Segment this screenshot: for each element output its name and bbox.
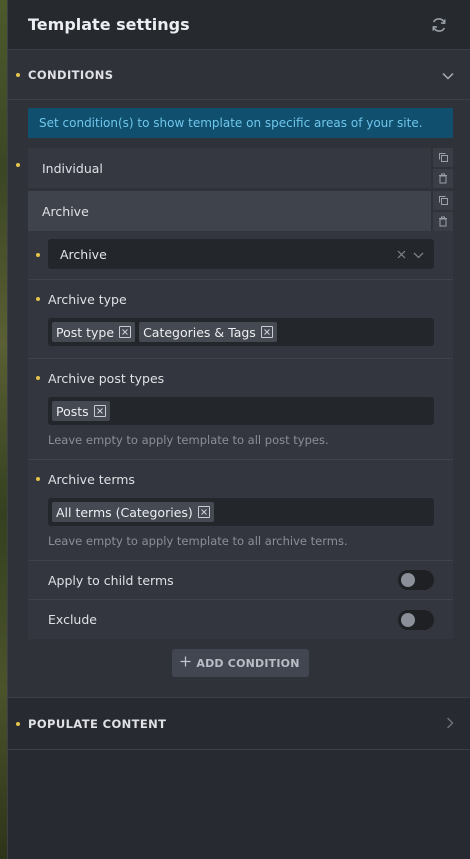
- tag-post-type: Post type: [52, 322, 136, 342]
- archive-condition-body: Archive Archive type Post type Categorie…: [28, 231, 453, 639]
- conditions-section-body: Set condition(s) to show template on spe…: [8, 100, 470, 698]
- tag-label: Posts: [56, 403, 89, 419]
- archive-type-input[interactable]: Post type Categories & Tags: [48, 318, 434, 346]
- archive-select[interactable]: Archive: [48, 239, 434, 269]
- exclude-label: Exclude: [48, 612, 97, 627]
- panel-title: Template settings: [28, 15, 190, 34]
- chevron-right-icon: [446, 714, 454, 733]
- status-dot: [36, 477, 40, 481]
- status-dot: [16, 73, 20, 77]
- status-dot: [16, 163, 20, 167]
- close-icon[interactable]: [397, 247, 406, 262]
- duplicate-icon[interactable]: [433, 148, 453, 167]
- chevron-down-icon: [442, 65, 454, 84]
- add-condition-wrap: ADD CONDITION: [28, 649, 453, 677]
- populate-content-section-header[interactable]: POPULATE CONTENT: [8, 698, 470, 750]
- refresh-icon[interactable]: [428, 14, 450, 36]
- background-strip: [0, 0, 7, 859]
- archive-type-field: Archive type Post type Categories & Tags: [28, 280, 453, 359]
- archive-terms-label: Archive terms: [48, 472, 135, 487]
- archive-post-types-input[interactable]: Posts: [48, 397, 434, 425]
- exclude-row: Exclude: [28, 600, 453, 639]
- template-settings-panel: Template settings CONDITIONS Set conditi…: [7, 0, 470, 859]
- close-box-icon[interactable]: [197, 506, 210, 518]
- exclude-toggle[interactable]: [398, 609, 434, 630]
- populate-content-label: POPULATE CONTENT: [28, 716, 167, 731]
- plus-icon: [180, 656, 191, 670]
- help-text: Leave empty to apply template to all arc…: [48, 534, 348, 548]
- trash-icon[interactable]: [433, 212, 453, 231]
- archive-terms-input[interactable]: All terms (Categories): [48, 498, 434, 526]
- close-box-icon[interactable]: [260, 326, 273, 338]
- condition-archive: Archive: [28, 191, 453, 231]
- tag-label: Post type: [56, 324, 115, 340]
- archive-select-value: Archive: [60, 246, 107, 262]
- status-dot: [16, 722, 20, 726]
- close-box-icon[interactable]: [119, 326, 132, 338]
- toggle-knob: [401, 612, 415, 627]
- tag-all-terms: All terms (Categories): [52, 502, 214, 522]
- help-text: Leave empty to apply template to all pos…: [48, 433, 329, 447]
- condition-actions: [433, 148, 453, 188]
- trash-icon[interactable]: [433, 169, 453, 188]
- tag-posts: Posts: [52, 401, 110, 421]
- archive-post-types-label: Archive post types: [48, 371, 165, 386]
- condition-individual: Individual: [16, 148, 453, 188]
- add-condition-label: ADD CONDITION: [196, 656, 300, 670]
- close-box-icon[interactable]: [93, 405, 106, 417]
- panel-header: Template settings: [8, 0, 470, 50]
- status-dot: [36, 376, 40, 380]
- duplicate-icon[interactable]: [433, 191, 453, 210]
- child-terms-row: Apply to child terms: [28, 561, 453, 600]
- chevron-down-icon[interactable]: [413, 247, 424, 262]
- tag-label: Categories & Tags: [143, 324, 256, 340]
- status-dot: [36, 297, 40, 301]
- toggle-knob: [401, 573, 415, 587]
- condition-title[interactable]: Archive: [28, 191, 431, 231]
- condition-actions: [433, 191, 453, 231]
- select-controls: [397, 247, 424, 262]
- archive-post-types-field: Archive post types Posts Leave empty to …: [28, 359, 453, 460]
- conditions-label: CONDITIONS: [28, 67, 114, 82]
- child-terms-label: Apply to child terms: [48, 572, 174, 588]
- info-notice: Set condition(s) to show template on spe…: [28, 108, 453, 138]
- condition-title[interactable]: Individual: [28, 148, 431, 188]
- archive-type-label: Archive type: [48, 292, 127, 307]
- child-terms-toggle[interactable]: [398, 570, 434, 590]
- status-dot: [36, 253, 40, 257]
- conditions-section-header[interactable]: CONDITIONS: [8, 50, 470, 100]
- tag-categories-tags: Categories & Tags: [139, 322, 277, 342]
- archive-terms-field: Archive terms All terms (Categories) Lea…: [28, 460, 453, 561]
- archive-select-field: Archive: [28, 231, 453, 280]
- tag-label: All terms (Categories): [56, 504, 193, 520]
- add-condition-button[interactable]: ADD CONDITION: [172, 649, 309, 677]
